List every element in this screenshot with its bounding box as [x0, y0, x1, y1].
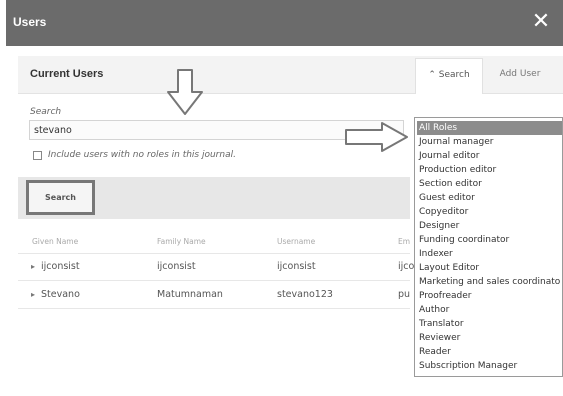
role-option[interactable]: Production editor: [417, 163, 496, 177]
role-option[interactable]: Reviewer: [417, 331, 460, 345]
panel-header: Current Users ⌃ Search Add User: [18, 56, 563, 94]
table-divider: [18, 280, 410, 281]
role-option[interactable]: Reader: [417, 345, 451, 359]
table-divider: [18, 308, 410, 309]
role-option[interactable]: Section editor: [417, 177, 482, 191]
table-cell-given-name: ijconsist: [41, 261, 80, 272]
include-no-roles-label: Include users with no roles in this jour…: [48, 150, 236, 160]
panel-heading: Current Users: [30, 68, 104, 80]
search-label: Search: [30, 107, 62, 117]
include-no-roles-checkbox[interactable]: [33, 151, 42, 160]
column-header-given-name: Given Name: [32, 237, 79, 246]
role-option[interactable]: Journal editor: [417, 149, 479, 163]
column-header-email: Em: [398, 237, 411, 246]
roles-dropdown-list[interactable]: All Roles Journal manager Journal editor…: [414, 117, 563, 377]
role-option[interactable]: Guest editor: [417, 191, 475, 205]
role-option[interactable]: All Roles: [417, 121, 562, 135]
close-icon[interactable]: ✕: [527, 8, 555, 36]
down-arrow-annotation-icon: [167, 69, 203, 115]
table-cell-email: pu: [398, 289, 411, 300]
role-option[interactable]: Journal manager: [417, 135, 493, 149]
table-cell-family-name: Matumnaman: [157, 289, 223, 300]
table-cell-username: stevano123: [277, 289, 333, 300]
column-header-username: Username: [277, 237, 316, 246]
role-option[interactable]: Funding coordinator: [417, 233, 509, 247]
role-option[interactable]: Translator: [417, 317, 464, 331]
role-option[interactable]: Marketing and sales coordinato: [417, 275, 560, 289]
role-option[interactable]: Layout Editor: [417, 261, 479, 275]
expand-row-icon[interactable]: ▸: [31, 262, 35, 271]
tab-search[interactable]: ⌃ Search: [415, 58, 483, 94]
table-cell-username: ijconsist: [277, 261, 316, 272]
tab-add-user[interactable]: Add User: [485, 58, 555, 92]
table-divider: [18, 253, 410, 254]
table-cell-email: ijco: [398, 261, 415, 272]
column-header-family-name: Family Name: [157, 237, 206, 246]
table-cell-family-name: ijconsist: [157, 261, 196, 272]
modal-header: Users ✕: [6, 0, 563, 46]
search-button[interactable]: Search: [26, 180, 95, 215]
role-option[interactable]: Subscription Manager: [417, 359, 517, 373]
expand-row-icon[interactable]: ▸: [31, 290, 35, 299]
role-option[interactable]: Designer: [417, 219, 459, 233]
role-option[interactable]: Indexer: [417, 247, 453, 261]
right-arrow-annotation-icon: [345, 122, 408, 152]
role-option[interactable]: Proofreader: [417, 289, 471, 303]
role-option[interactable]: Copyeditor: [417, 205, 468, 219]
modal-title: Users: [13, 15, 47, 29]
table-cell-given-name: Stevano: [41, 289, 80, 300]
role-option[interactable]: Author: [417, 303, 449, 317]
